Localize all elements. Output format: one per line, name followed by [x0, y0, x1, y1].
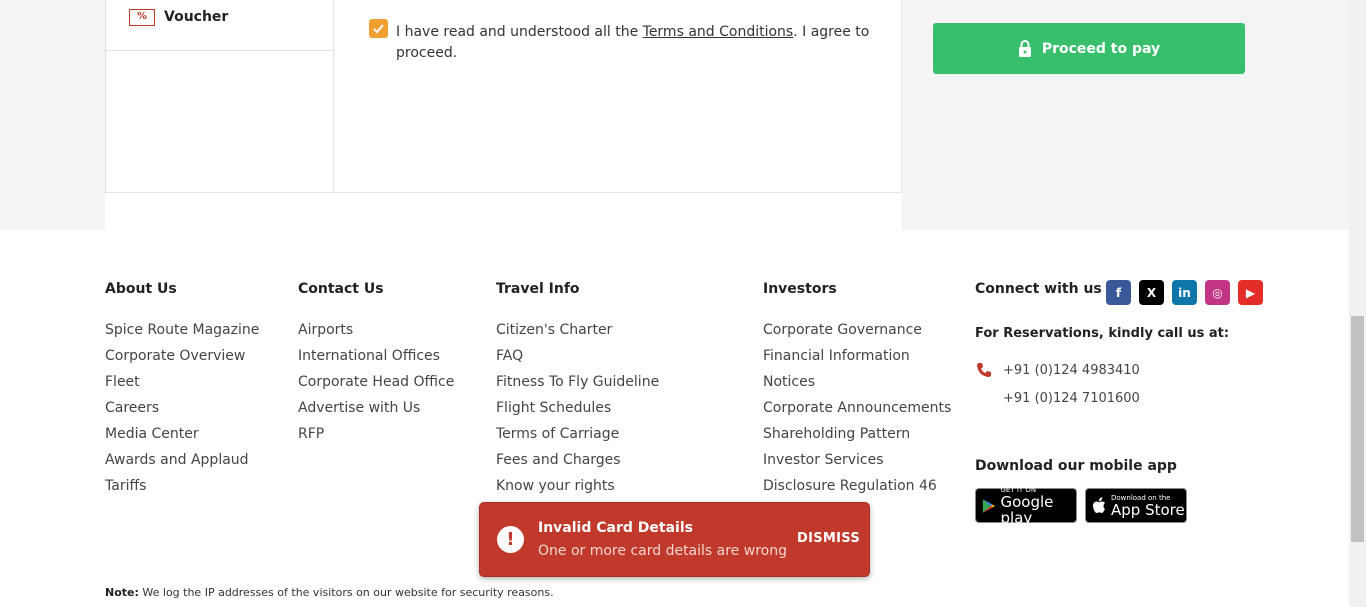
terms-checkbox[interactable]: [369, 19, 388, 38]
terms-and-conditions-link[interactable]: Terms and Conditions: [643, 24, 794, 40]
apple-icon: [1093, 497, 1105, 513]
payment-panel: % Voucher I have read and understood all…: [105, 0, 902, 230]
error-toast: ! Invalid Card Details One or more card …: [479, 502, 870, 577]
voucher-label: Voucher: [164, 9, 229, 25]
app-store-big: App Store: [1111, 500, 1185, 519]
footer-link[interactable]: Corporate Announcements: [763, 399, 951, 425]
footer-link[interactable]: Citizen's Charter: [496, 321, 659, 347]
mobile-app-heading: Download our mobile app: [975, 458, 1177, 474]
phone-icon: [977, 363, 991, 377]
exclamation-icon: !: [497, 526, 524, 553]
footer-link[interactable]: Airports: [298, 321, 454, 347]
note-text: We log the IP addresses of the visitors …: [142, 586, 554, 599]
footer-link[interactable]: Fees and Charges: [496, 451, 659, 477]
youtube-icon[interactable]: ▶: [1238, 280, 1263, 305]
footer-link[interactable]: Shareholding Pattern: [763, 425, 951, 451]
footer-heading: About Us: [105, 281, 177, 297]
phone-number[interactable]: +91 (0)124 7101600: [1003, 391, 1140, 406]
footer-heading: Investors: [763, 281, 837, 297]
footer-link[interactable]: Corporate Governance: [763, 321, 951, 347]
footer-link[interactable]: Fitness To Fly Guideline: [496, 373, 659, 399]
x-icon[interactable]: X: [1139, 280, 1164, 305]
footer-about-us: About Us Spice Route Magazine Corporate …: [105, 281, 259, 503]
footer-heading: Travel Info: [496, 281, 580, 297]
proceed-label: Proceed to pay: [1041, 40, 1161, 57]
footer-link[interactable]: Flight Schedules: [496, 399, 659, 425]
footer-link[interactable]: Investor Services: [763, 451, 951, 477]
footer-link[interactable]: Disclosure Regulation 46: [763, 477, 951, 503]
footer-travel-info: Travel Info Citizen's Charter FAQ Fitnes…: [496, 281, 659, 503]
payment-methods-menu: % Voucher: [106, 0, 334, 193]
footer-link[interactable]: Careers: [105, 399, 259, 425]
google-play-big: Google play: [1000, 492, 1054, 527]
terms-agreement-text: I have read and understood all the Terms…: [396, 22, 886, 64]
google-play-button[interactable]: GET IT ON Google play: [975, 486, 1077, 527]
percent-ticket-icon: %: [129, 9, 155, 26]
footer-link[interactable]: International Offices: [298, 347, 454, 373]
toast-message: One or more card details are wrong: [538, 543, 787, 559]
payment-panel-border: % Voucher I have read and understood all…: [105, 0, 902, 193]
footer-link[interactable]: Financial Information: [763, 347, 951, 373]
footer-link[interactable]: Notices: [763, 373, 951, 399]
footer-heading: Contact Us: [298, 281, 384, 297]
terms-prefix: I have read and understood all the: [396, 24, 643, 40]
security-note: Note: We log the IP addresses of the vis…: [105, 586, 554, 599]
footer-link[interactable]: Corporate Overview: [105, 347, 259, 373]
footer-link[interactable]: FAQ: [496, 347, 659, 373]
toast-title: Invalid Card Details: [538, 520, 693, 536]
footer-link[interactable]: Fleet: [105, 373, 259, 399]
lock-icon: [1018, 40, 1031, 57]
instagram-icon[interactable]: ◎: [1205, 280, 1230, 305]
reservations-text: For Reservations, kindly call us at:: [975, 326, 1230, 341]
footer-link[interactable]: Know your rights: [496, 477, 659, 503]
footer-link[interactable]: Terms of Carriage: [496, 425, 659, 451]
payment-method-voucher[interactable]: % Voucher: [106, 0, 333, 51]
google-play-icon: [982, 498, 996, 513]
proceed-to-pay-button[interactable]: Proceed to pay: [933, 23, 1245, 74]
footer-link[interactable]: Spice Route Magazine: [105, 321, 259, 347]
footer-link[interactable]: Awards and Applaud: [105, 451, 259, 477]
checkmark-icon: [373, 24, 384, 34]
footer-link[interactable]: Advertise with Us: [298, 399, 454, 425]
footer-investors: Investors Corporate Governance Financial…: [763, 281, 951, 503]
footer-contact-us: Contact Us Airports International Office…: [298, 281, 454, 451]
facebook-icon[interactable]: f: [1106, 280, 1131, 305]
connect-heading: Connect with us: [975, 281, 1102, 297]
note-label: Note:: [105, 586, 139, 599]
dismiss-button[interactable]: DISMISS: [797, 531, 860, 546]
footer-link[interactable]: Media Center: [105, 425, 259, 451]
footer-link[interactable]: Tariffs: [105, 477, 259, 503]
app-store-button[interactable]: Download on the App Store: [1085, 488, 1187, 523]
footer-link[interactable]: RFP: [298, 425, 454, 451]
linkedin-icon[interactable]: in: [1172, 280, 1197, 305]
phone-number[interactable]: +91 (0)124 4983410: [1003, 363, 1140, 378]
scrollbar-thumb[interactable]: [1351, 316, 1364, 542]
footer-link[interactable]: Corporate Head Office: [298, 373, 454, 399]
